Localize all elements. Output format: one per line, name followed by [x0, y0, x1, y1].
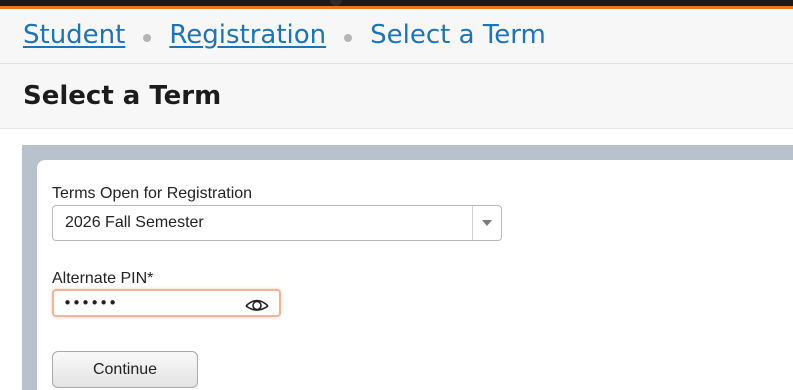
term-select-toggle[interactable] — [472, 206, 501, 240]
breadcrumb-separator — [344, 34, 353, 42]
page-title-bar: Select a Term — [0, 64, 793, 129]
continue-button[interactable]: Continue — [52, 351, 198, 388]
breadcrumb-student-link[interactable]: Student — [23, 20, 125, 50]
term-select[interactable]: 2026 Fall Semester — [52, 205, 502, 241]
top-brand-bar — [0, 0, 793, 9]
term-select-label: Terms Open for Registration — [52, 185, 253, 202]
chevron-down-icon — [482, 220, 492, 226]
breadcrumb-separator — [143, 34, 152, 42]
page-title: Select a Term — [23, 81, 222, 111]
breadcrumb: Student Registration Select a Term — [23, 20, 546, 50]
breadcrumb-registration-link[interactable]: Registration — [169, 20, 326, 50]
breadcrumb-current: Select a Term — [370, 20, 546, 50]
alternate-pin-value: •••••• — [63, 294, 118, 312]
logo-fragment — [330, 0, 342, 6]
breadcrumb-bar: Student Registration Select a Term — [0, 9, 793, 64]
alternate-pin-input[interactable]: •••••• — [52, 289, 281, 317]
eye-icon[interactable] — [244, 295, 270, 313]
term-select-value: 2026 Fall Semester — [65, 214, 204, 231]
alternate-pin-label: Alternate PIN* — [52, 270, 154, 287]
